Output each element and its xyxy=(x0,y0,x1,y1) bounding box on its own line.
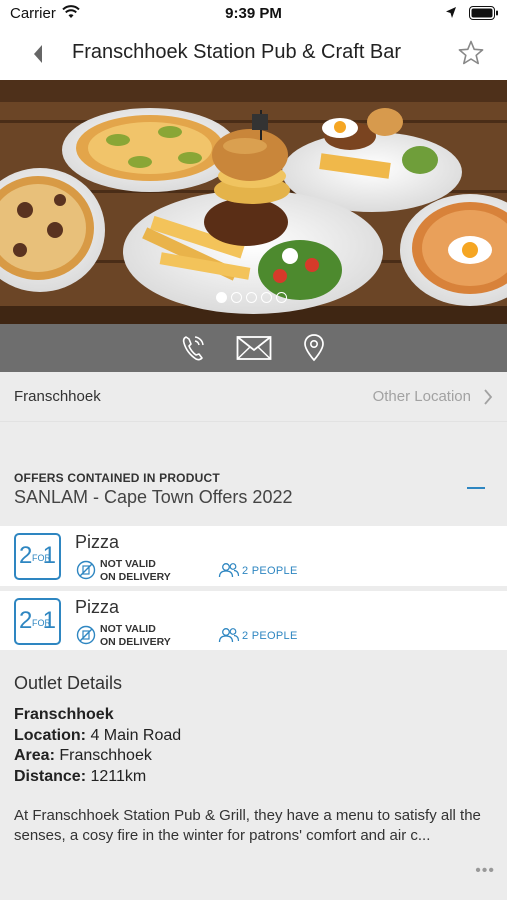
food-photo xyxy=(0,80,507,324)
outlet-description: At Franschhoek Station Pub & Grill, they… xyxy=(14,807,481,844)
contact-action-bar xyxy=(0,324,507,372)
two-for-one-badge-icon: 2 FOR 1 xyxy=(14,533,61,580)
offer-row[interactable]: 2 FOR 1 Pizza NOT VALID ON DELIVERY 2 PE… xyxy=(0,591,507,651)
other-location-link[interactable]: Other Location xyxy=(373,388,471,405)
no-delivery-icon xyxy=(76,560,96,580)
favorite-star-icon[interactable] xyxy=(457,39,485,67)
badge-left: 2 xyxy=(19,607,33,634)
offer-product-name: SANLAM - Cape Town Offers 2022 xyxy=(14,487,293,507)
distance-label: Distance: xyxy=(14,768,87,785)
carousel-dot[interactable] xyxy=(246,292,257,303)
distance-line: Distance: 1211km xyxy=(14,768,146,786)
more-options-button[interactable]: ••• xyxy=(475,862,495,880)
navigation-bar: Franschhoek Station Pub & Craft Bar xyxy=(0,28,507,80)
restriction-line: ON DELIVERY xyxy=(100,571,171,583)
badge-right: 1 xyxy=(42,542,56,569)
phone-icon[interactable] xyxy=(180,333,206,363)
outlet-name: Franschhoek xyxy=(14,706,114,724)
carousel-dot[interactable] xyxy=(231,292,242,303)
current-location: Franschhoek xyxy=(14,388,101,405)
people-icon xyxy=(218,563,240,578)
area-line: Area: Franschhoek xyxy=(14,747,152,765)
carousel-dot[interactable] xyxy=(261,292,272,303)
back-chevron-icon[interactable] xyxy=(28,42,48,66)
restriction-line: NOT VALID xyxy=(100,623,156,635)
battery-icon xyxy=(469,6,498,20)
carousel-dots[interactable] xyxy=(216,292,287,303)
two-for-one-badge-icon: 2 FOR 1 xyxy=(14,598,61,645)
offer-name: Pizza xyxy=(75,532,120,552)
carousel-dot[interactable] xyxy=(216,292,227,303)
badge-right: 1 xyxy=(42,607,56,634)
location-line: Location: 4 Main Road xyxy=(14,727,181,745)
area-value: Franschhoek xyxy=(59,747,152,764)
no-delivery-icon xyxy=(76,625,96,645)
area-label: Area: xyxy=(14,747,55,764)
people-count: 2 PEOPLE xyxy=(242,565,298,577)
restriction-line: NOT VALID xyxy=(100,558,156,570)
restriction-line: ON DELIVERY xyxy=(100,636,171,648)
outlet-name-value: Franschhoek xyxy=(14,706,114,723)
restriction-text: NOT VALID ON DELIVERY xyxy=(100,558,171,584)
location-arrow-icon xyxy=(446,7,456,18)
offers-label: OFFERS CONTAINED IN PRODUCT xyxy=(14,471,220,485)
people-icon xyxy=(218,628,240,643)
offers-section-header[interactable]: OFFERS CONTAINED IN PRODUCT SANLAM - Cap… xyxy=(0,422,507,526)
people-count: 2 PEOPLE xyxy=(242,630,298,642)
hero-image-carousel[interactable] xyxy=(0,80,507,324)
collapse-icon[interactable] xyxy=(467,487,485,489)
distance-value: 1211km xyxy=(90,768,147,785)
email-icon[interactable] xyxy=(236,333,272,363)
map-pin-icon[interactable] xyxy=(303,333,325,363)
offer-row[interactable]: 2 FOR 1 Pizza NOT VALID ON DELIVERY 2 PE… xyxy=(0,526,507,586)
badge-left: 2 xyxy=(19,542,33,569)
details-heading: Outlet Details xyxy=(14,673,123,693)
chevron-right-icon xyxy=(484,389,493,405)
status-bar: Carrier 9:39 PM xyxy=(0,0,507,28)
location-value: 4 Main Road xyxy=(90,727,182,744)
offer-name: Pizza xyxy=(75,597,120,617)
outlet-details: Outlet Details Franschhoek Location: 4 M… xyxy=(0,650,507,900)
restriction-text: NOT VALID ON DELIVERY xyxy=(100,623,171,649)
location-label: Location: xyxy=(14,727,86,744)
carousel-dot[interactable] xyxy=(276,292,287,303)
page-title: Franschhoek Station Pub & Craft Bar xyxy=(72,41,402,63)
clock: 9:39 PM xyxy=(225,5,282,22)
location-selector[interactable]: Franschhoek Other Location xyxy=(0,372,507,422)
